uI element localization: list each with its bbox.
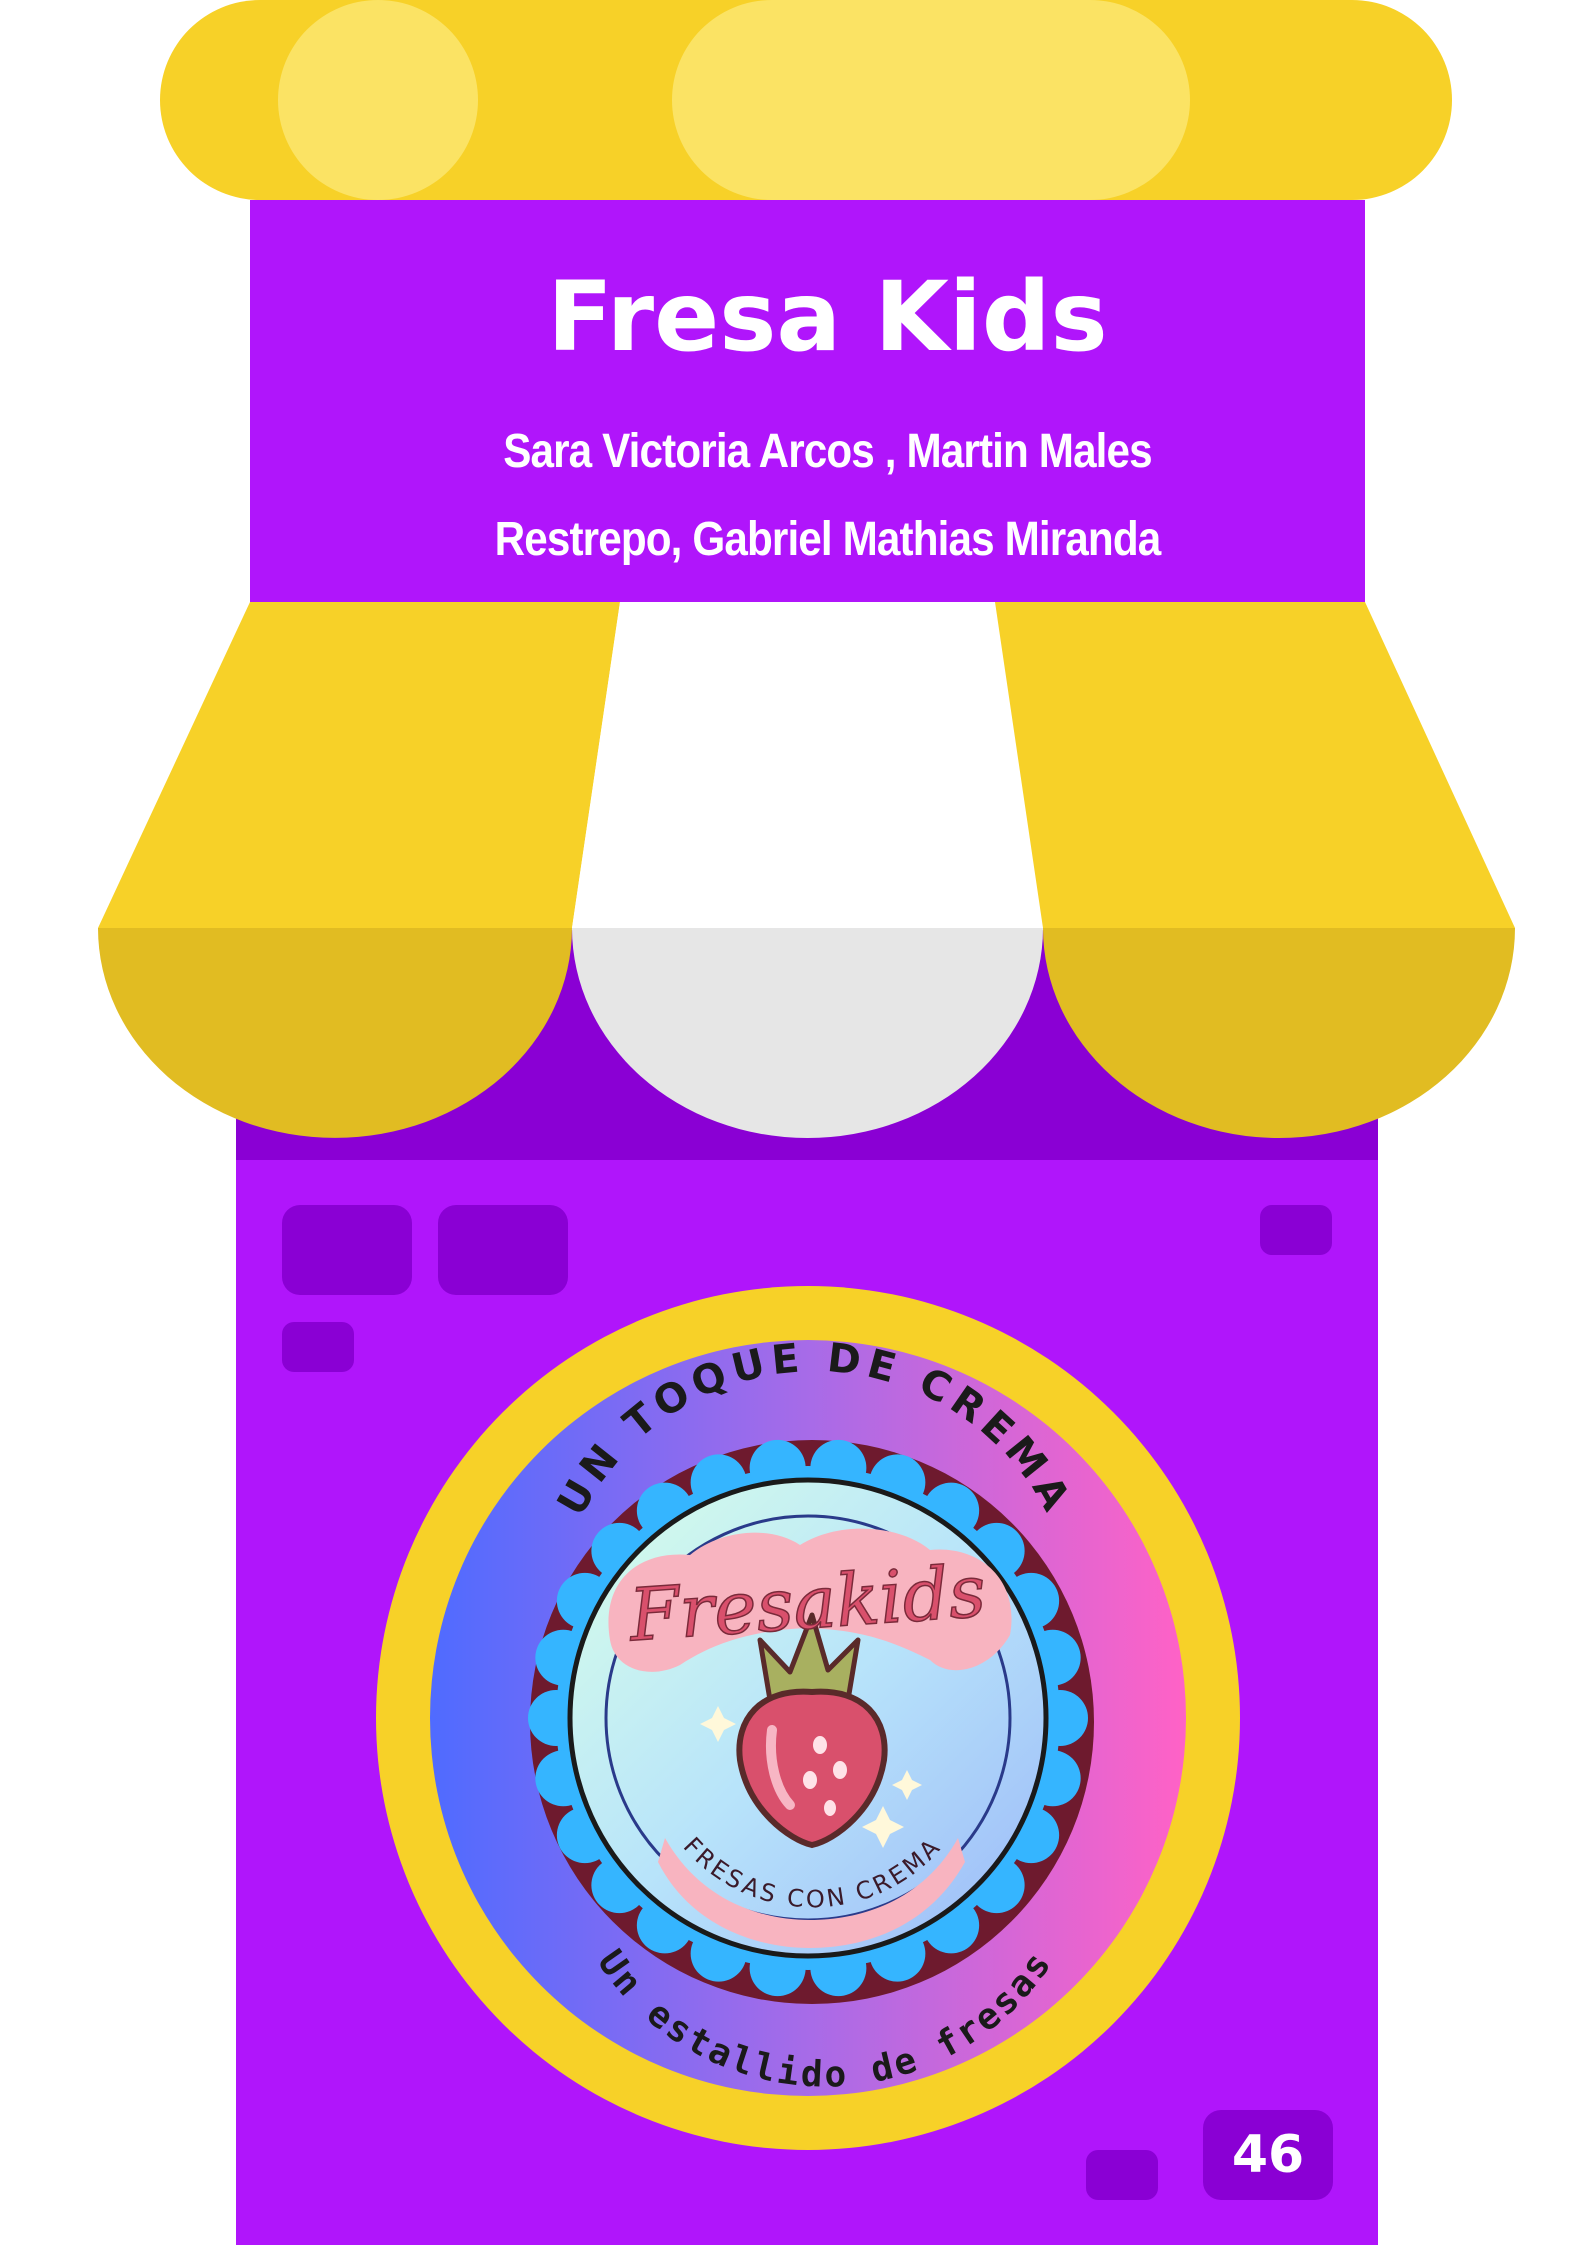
logo-brand-script: Fresakids bbox=[625, 1549, 989, 1658]
logo-ribbon-text: FRESAS CON CREMA bbox=[678, 1832, 947, 1914]
logo-top-arc-text: UN TOQUE DE CREMA bbox=[549, 1335, 1081, 1523]
logo-bottom-arc-text: Un estallido de fresas bbox=[589, 1943, 1060, 2096]
logo-text-layer: UN TOQUE DE CREMA Fresakids FRESAS CON C… bbox=[549, 1335, 1081, 2096]
storefront-illustration: Fresa Kids Sara Victoria Arcos , Martin … bbox=[0, 0, 1587, 2245]
